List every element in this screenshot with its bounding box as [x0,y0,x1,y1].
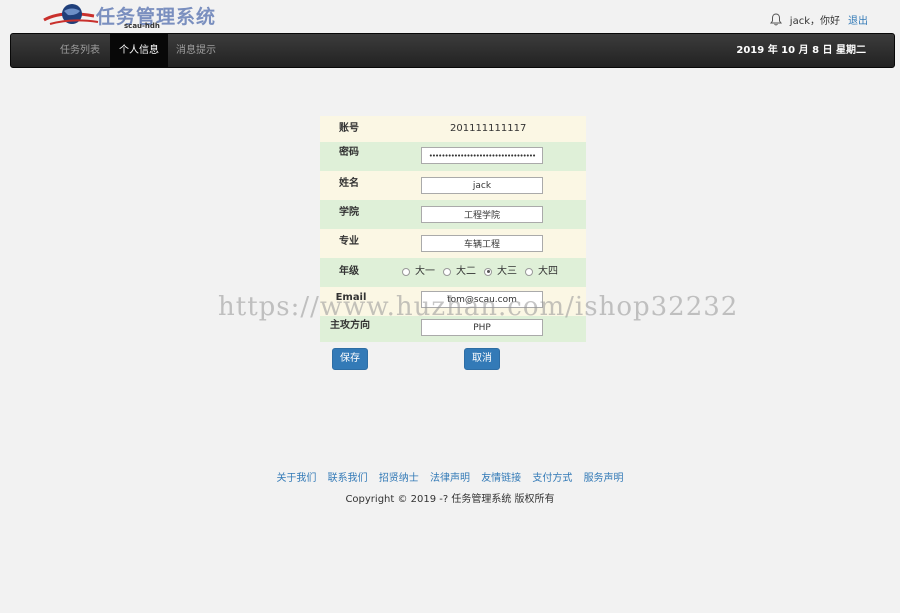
user-greeting: jack，你好 [789,16,840,27]
grade-option-1[interactable]: 大一 [402,258,435,285]
nav-item-profile[interactable]: 个人信息 [110,34,168,67]
password-field[interactable] [421,147,543,164]
save-button[interactable]: 保存 [332,348,368,370]
form-row-name: 姓名 [320,171,586,200]
form-row-account: 账号 201111111117 [320,116,586,142]
radio-selected-icon[interactable] [484,267,492,276]
nav-item-task-list[interactable]: 任务列表 [52,34,108,67]
profile-form: 账号 201111111117 密码 姓名 学院 专业 年级 大一 大二 大三 … [320,116,586,382]
user-bar: jack，你好 退出 [769,12,868,27]
account-label: 账号 [339,123,359,134]
current-date: 2019 年 10 月 8 日 星期二 [736,45,866,56]
radio-icon[interactable] [525,267,533,276]
globe-logo-icon [43,4,99,25]
logout-link[interactable]: 退出 [848,12,868,27]
radio-icon[interactable] [443,267,451,276]
watermark: https://www.huzhan.com/ishop32232 [218,292,739,322]
form-row-college: 学院 [320,200,586,229]
grade-radio-group: 大一 大二 大三 大四 [402,258,558,285]
footer-link-service[interactable]: 服务声明 [584,473,624,484]
grade-option-2[interactable]: 大二 [443,258,476,285]
footer-link-careers[interactable]: 招贤纳士 [379,473,419,484]
form-row-password: 密码 [320,142,586,171]
form-row-grade: 年级 大一 大二 大三 大四 [320,258,586,287]
grade-label: 年级 [339,266,359,277]
footer-links: 关于我们 联系我们 招贤纳士 法律声明 友情链接 支付方式 服务声明 [0,469,900,484]
footer-link-friends[interactable]: 友情链接 [481,473,521,484]
nav-item-messages[interactable]: 消息提示 [168,34,224,67]
grade-option-3[interactable]: 大三 [484,258,517,285]
name-label: 姓名 [339,178,359,189]
radio-icon[interactable] [402,267,410,276]
bell-icon[interactable] [769,13,782,26]
grade-option-4[interactable]: 大四 [525,258,558,285]
account-value: 201111111117 [450,123,527,134]
major-label: 专业 [339,236,359,247]
logo: 任务管理系统 scau-hdh [42,2,222,30]
copyright: Copyright © 2019 -? 任务管理系统 版权所有 [345,494,555,505]
form-actions: 保存 取消 [320,342,586,382]
footer-link-about[interactable]: 关于我们 [276,473,316,484]
college-label: 学院 [339,207,359,218]
form-row-major: 专业 [320,229,586,258]
college-field[interactable] [421,206,543,223]
major-field[interactable] [421,235,543,252]
password-label: 密码 [339,147,359,158]
navbar: 任务列表 个人信息 消息提示 2019 年 10 月 8 日 星期二 [10,33,895,68]
name-field[interactable] [421,177,543,194]
footer-link-payment[interactable]: 支付方式 [532,473,572,484]
footer-link-legal[interactable]: 法律声明 [430,473,470,484]
cancel-button[interactable]: 取消 [464,348,500,370]
logo-subtitle: scau-hdh [124,22,160,30]
footer-link-contact[interactable]: 联系我们 [328,473,368,484]
